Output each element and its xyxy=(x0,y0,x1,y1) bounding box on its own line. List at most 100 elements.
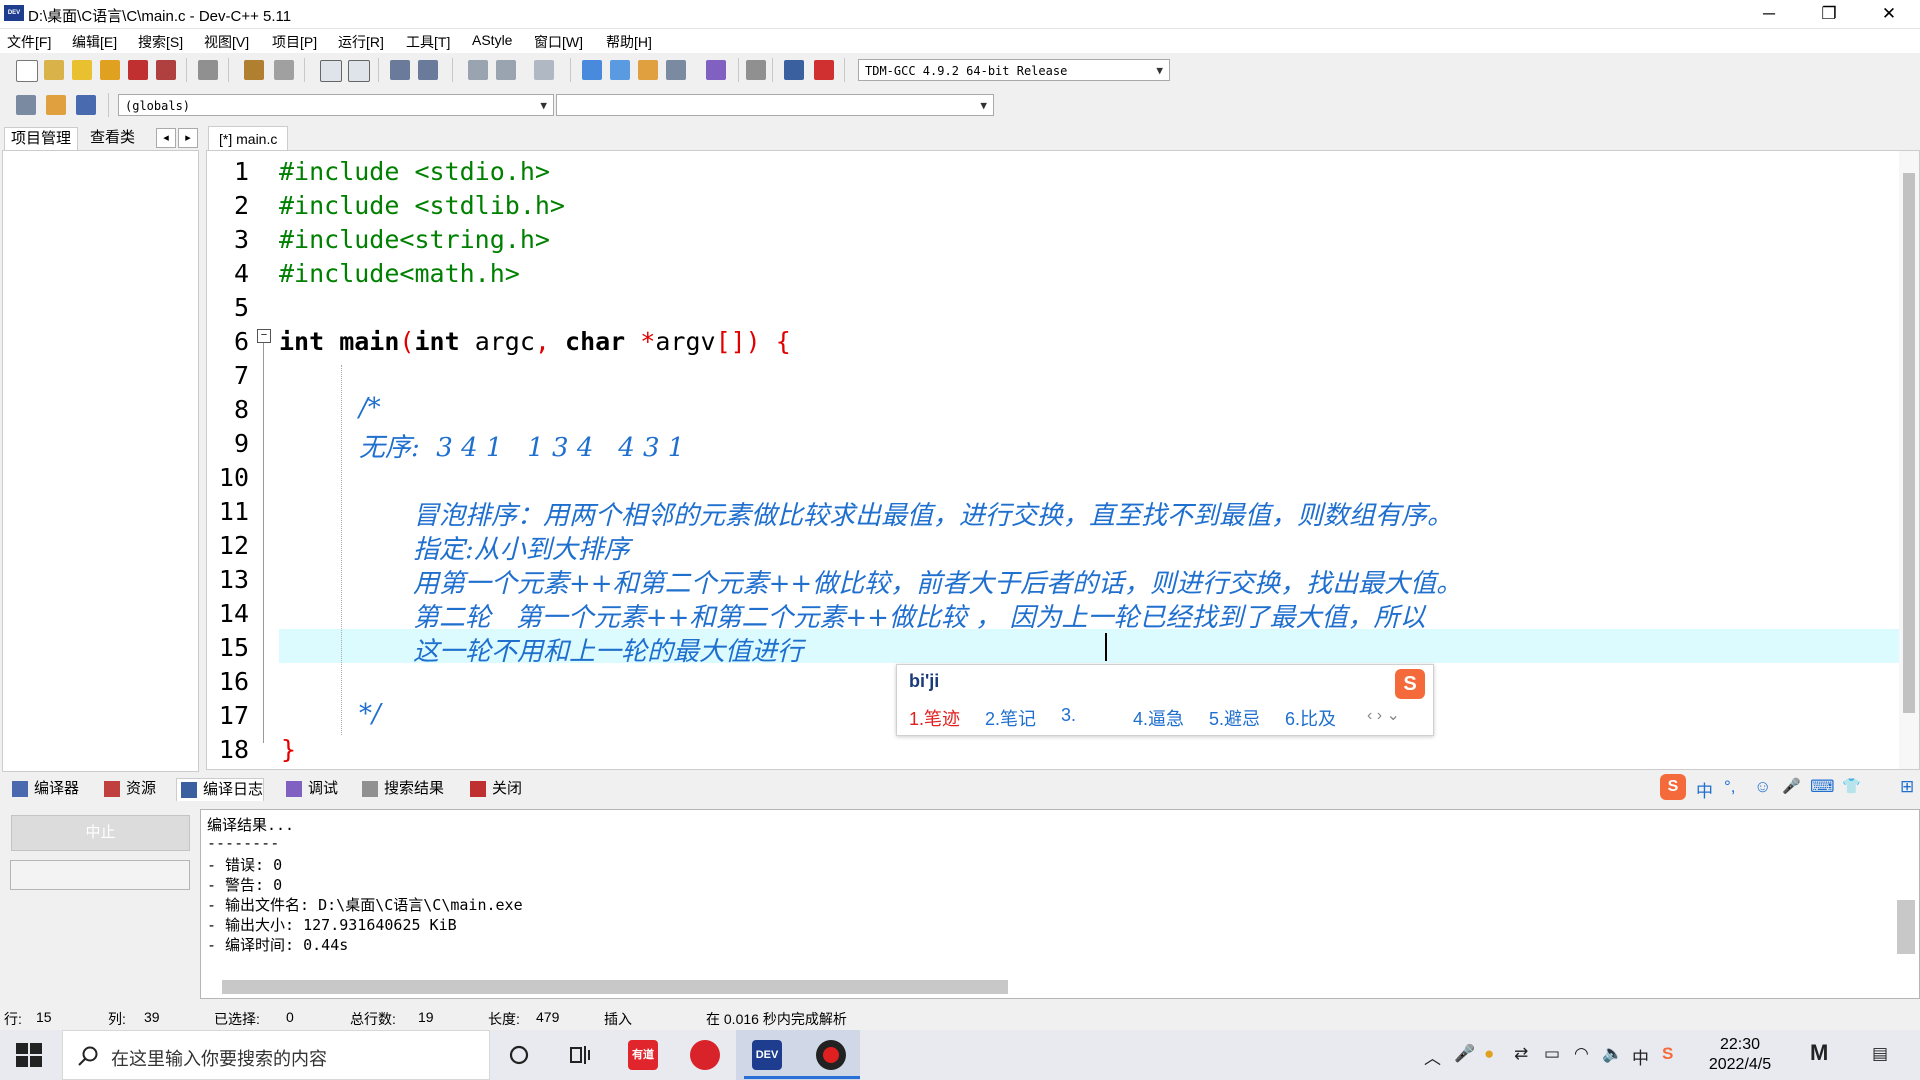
sogou-icon[interactable]: S xyxy=(1660,774,1686,800)
function-select[interactable]: ▼ xyxy=(556,94,994,116)
restore-button[interactable]: ❐ xyxy=(1806,0,1852,28)
compile-log-output[interactable]: 编译结果... -------- - 错误: 0 - 警告: 0 - 输出文件名… xyxy=(200,809,1920,999)
debug-icon[interactable] xyxy=(814,60,834,80)
menu-astyle[interactable]: AStyle xyxy=(472,32,512,48)
tab-debug[interactable]: 调试 xyxy=(282,778,338,800)
code-punct: * xyxy=(625,327,656,356)
goto-declaration-icon[interactable] xyxy=(46,95,66,115)
tab-project-manager[interactable]: 项目管理 xyxy=(4,127,79,150)
notification-center-icon[interactable]: ▤ xyxy=(1872,1044,1888,1064)
left-arrow-icon[interactable]: ◂ xyxy=(156,128,176,148)
ime-page-arrows[interactable]: ‹ › ⌄ xyxy=(1367,705,1400,725)
new-file-icon[interactable] xyxy=(16,60,38,82)
redo-icon[interactable] xyxy=(274,60,294,80)
menu-file[interactable]: 文件[F] xyxy=(7,32,51,52)
emoji-icon[interactable]: ☺ xyxy=(1754,777,1771,797)
tab-compiler[interactable]: 编译器 xyxy=(8,778,79,800)
print-icon[interactable] xyxy=(198,60,218,80)
close-all-icon[interactable] xyxy=(156,60,176,80)
menu-search[interactable]: 搜索[S] xyxy=(138,32,183,52)
replace-icon[interactable] xyxy=(348,60,370,82)
tray-sogou-icon[interactable]: S xyxy=(1662,1044,1673,1064)
skin-icon[interactable]: 👕 xyxy=(1842,777,1861,795)
input-indicator-icon[interactable]: M xyxy=(1810,1040,1828,1066)
ime-candidate-window[interactable]: bi'ji S 1.笔迹 2.笔记 3. 4.逼急 5.避忌 6.比及 ‹ › … xyxy=(896,664,1434,736)
minimize-button[interactable]: ─ xyxy=(1746,0,1792,28)
tray-network-switch-icon[interactable]: ⇄ xyxy=(1514,1044,1528,1064)
netease-music-icon[interactable] xyxy=(690,1040,720,1070)
ime-candidate[interactable]: 1.笔迹 xyxy=(909,705,960,731)
menu-view[interactable]: 视图[V] xyxy=(204,32,249,52)
tray-ime-mode-icon[interactable]: 中 xyxy=(1632,1044,1649,1069)
run-icon[interactable] xyxy=(610,60,630,80)
chinese-mode-icon[interactable]: 中 xyxy=(1696,777,1713,802)
tab-main-c[interactable]: [*] main.c xyxy=(208,126,289,151)
menu-run[interactable]: 运行[R] xyxy=(338,32,384,52)
menu-help[interactable]: 帮助[H] xyxy=(606,32,652,52)
compiler-select[interactable]: TDM-GCC 4.9.2 64-bit Release ▼ xyxy=(858,59,1170,81)
insert-icon[interactable] xyxy=(16,95,36,115)
tab-close-panel[interactable]: 关闭 xyxy=(466,778,522,800)
grid-icon[interactable]: ⊞ xyxy=(1900,777,1914,797)
menu-project[interactable]: 项目[P] xyxy=(272,32,317,52)
stop-execution-icon[interactable] xyxy=(746,60,766,80)
find-icon[interactable] xyxy=(320,60,342,82)
compile-icon[interactable] xyxy=(582,60,602,80)
undo-icon[interactable] xyxy=(244,60,264,80)
menu-window[interactable]: 窗口[W] xyxy=(534,32,583,52)
save-all-icon[interactable] xyxy=(100,60,120,80)
windows-start-icon[interactable] xyxy=(16,1043,42,1067)
goto-line-icon[interactable] xyxy=(534,60,554,80)
record-app-icon[interactable] xyxy=(816,1040,846,1070)
ime-candidate[interactable]: 6.比及 xyxy=(1285,705,1336,731)
keyboard-icon[interactable]: ⌨ xyxy=(1810,777,1835,797)
tray-battery-icon[interactable]: ▭ xyxy=(1544,1044,1560,1064)
taskbar-clock[interactable]: 22:30 2022/4/5 xyxy=(1700,1035,1780,1075)
log-horizontal-scrollbar[interactable] xyxy=(200,976,1895,996)
tray-microphone-icon[interactable]: 🎤 xyxy=(1454,1044,1475,1064)
close-button[interactable]: ✕ xyxy=(1866,0,1912,28)
toggle-bookmark-icon[interactable] xyxy=(468,60,488,80)
scrollbar-thumb[interactable] xyxy=(222,980,1008,994)
indent-icon[interactable] xyxy=(390,60,410,80)
taskbar-search-box[interactable]: 在这里输入你要搜索的内容 xyxy=(62,1030,490,1080)
right-arrow-icon[interactable]: ▸ xyxy=(178,128,198,148)
fold-toggle-icon[interactable]: − xyxy=(257,329,271,343)
compile-run-icon[interactable] xyxy=(638,60,658,80)
cortana-icon[interactable] xyxy=(508,1044,530,1066)
menu-edit[interactable]: 编辑[E] xyxy=(72,32,117,52)
scope-select[interactable]: (globals) ▼ xyxy=(118,94,554,116)
syntax-check-icon[interactable] xyxy=(706,60,726,80)
tray-expand-icon[interactable]: ︿ xyxy=(1424,1044,1441,1069)
microphone-icon[interactable]: 🎤 xyxy=(1782,777,1801,795)
log-vertical-scrollbar-thumb[interactable] xyxy=(1897,900,1915,954)
goto-bookmark-icon[interactable] xyxy=(496,60,516,80)
tray-wifi-icon[interactable]: ◠ xyxy=(1574,1044,1589,1064)
tray-volume-icon[interactable]: 🔈 xyxy=(1602,1044,1623,1064)
tab-search-results[interactable]: 搜索结果 xyxy=(358,778,444,800)
save-icon[interactable] xyxy=(72,60,92,80)
profile-icon[interactable] xyxy=(784,60,804,80)
ime-candidate[interactable]: 3. xyxy=(1061,705,1076,726)
ime-candidate[interactable]: 4.逼急 xyxy=(1133,705,1184,731)
task-view-icon[interactable] xyxy=(568,1044,592,1066)
stop-button[interactable]: 中止 xyxy=(11,815,190,851)
tab-resources[interactable]: 资源 xyxy=(100,778,156,800)
rebuild-icon[interactable] xyxy=(666,60,686,80)
tab-class-view[interactable]: 查看类 xyxy=(84,127,141,149)
open-file-icon[interactable] xyxy=(44,60,64,80)
tray-qq-icon[interactable]: ● xyxy=(1484,1044,1494,1064)
project-tree-panel[interactable] xyxy=(2,150,199,772)
class-browser-icon[interactable] xyxy=(76,95,96,115)
menu-tools[interactable]: 工具[T] xyxy=(406,32,450,52)
unindent-icon[interactable] xyxy=(418,60,438,80)
scrollbar-thumb[interactable] xyxy=(1903,173,1915,713)
close-file-icon[interactable] xyxy=(128,60,148,80)
ime-candidate[interactable]: 2.笔记 xyxy=(985,705,1036,731)
punctuation-icon[interactable]: °, xyxy=(1724,777,1736,797)
devcpp-app-icon[interactable]: DEV xyxy=(752,1040,782,1070)
editor-vertical-scrollbar[interactable] xyxy=(1899,151,1919,769)
tab-compile-log[interactable]: 编译日志 xyxy=(176,778,265,801)
ime-candidate[interactable]: 5.避忌 xyxy=(1209,705,1260,731)
youdao-app-icon[interactable]: 有道 xyxy=(628,1040,658,1070)
